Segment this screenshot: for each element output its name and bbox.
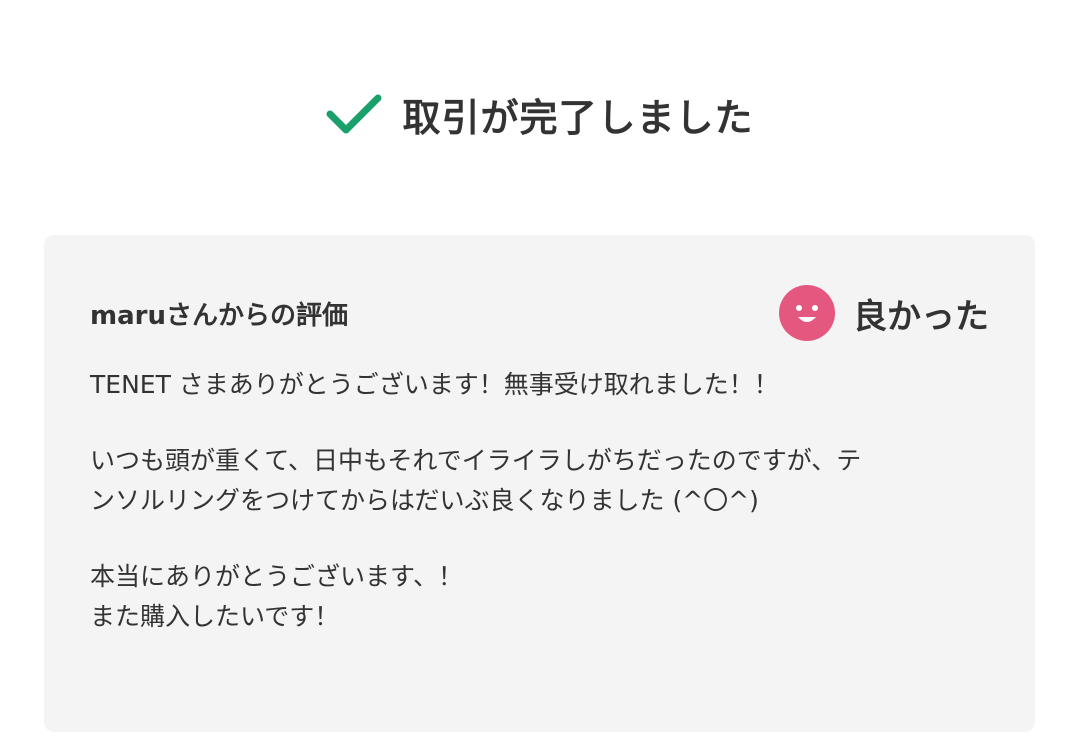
transaction-complete-page: 取引が完了しました maruさんからの評価 良かった TENET さまありがとう… (0, 0, 1080, 748)
message-line: また購入したいです！ (90, 602, 340, 631)
message-line: 本当にありがとうございます、！ (90, 562, 464, 591)
page-title: 取引が完了しました (402, 95, 754, 140)
smile-icon (779, 285, 835, 341)
checkmark-icon (326, 94, 382, 134)
message-line: ンソルリングをつけてからはだいぶ良くなりました (^〇^) (90, 486, 759, 515)
rating-label: 良かった (853, 296, 989, 337)
rating-badge: 良かった (779, 285, 989, 341)
completion-header: 取引が完了しました (0, 82, 1080, 146)
reviewer-label: maruさんからの評価 (90, 300, 348, 331)
review-header: maruさんからの評価 良かった (90, 283, 989, 343)
review-card: maruさんからの評価 良かった TENET さまありがとうございます！無事受け… (44, 235, 1035, 732)
message-line: TENET さまありがとうございます！無事受け取れました！！ (90, 370, 779, 399)
message-line: いつも頭が重くて、日中もそれでイライラしがちだったのですが、テ (90, 446, 862, 475)
review-message: TENET さまありがとうございます！無事受け取れました！！ いつも頭が重くて、… (90, 365, 995, 637)
